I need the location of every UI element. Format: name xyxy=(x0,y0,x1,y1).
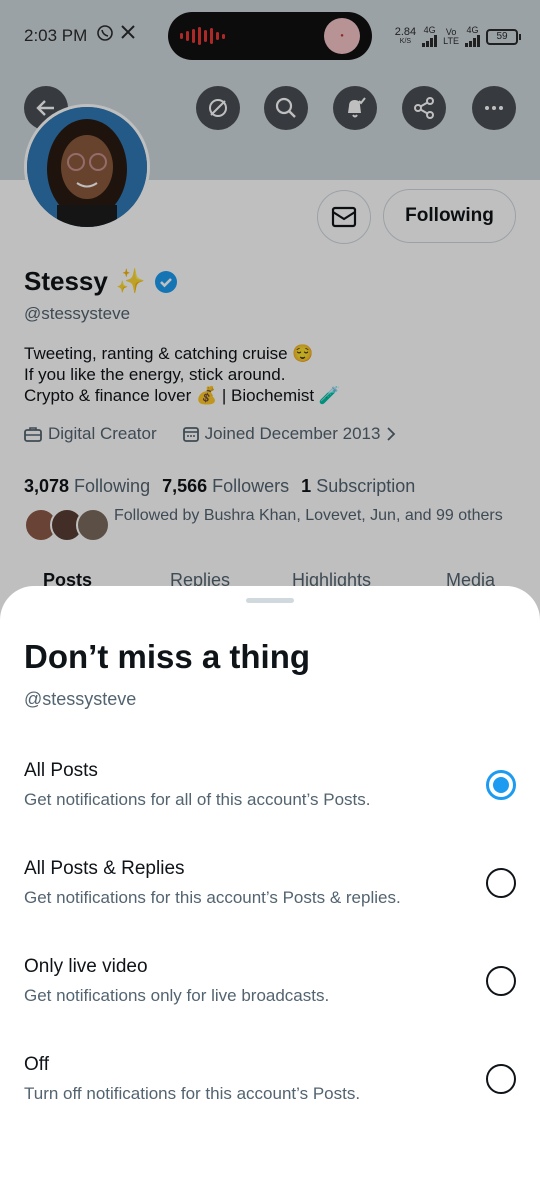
option-label: Only live video xyxy=(24,956,148,977)
option-only-live-video[interactable]: Only live video Get notifications only f… xyxy=(0,956,540,1036)
sheet-title: Don’t miss a thing xyxy=(24,638,311,675)
sheet-drag-handle[interactable] xyxy=(246,598,294,603)
option-description: Get notifications only for live broadcas… xyxy=(24,986,330,1005)
radio-off[interactable] xyxy=(486,1064,516,1094)
option-description: Get notifications for all of this accoun… xyxy=(24,790,371,809)
radio-all-posts[interactable] xyxy=(486,770,516,800)
option-label: All Posts xyxy=(24,760,98,781)
sheet-handle: @stessysteve xyxy=(24,689,137,709)
option-off[interactable]: Off Turn off notifications for this acco… xyxy=(0,1054,540,1134)
option-description: Get notifications for this account’s Pos… xyxy=(24,888,401,907)
radio-all-posts-replies[interactable] xyxy=(486,868,516,898)
notification-settings-sheet: Don’t miss a thing @stessysteve All Post… xyxy=(0,586,540,1200)
option-description: Turn off notifications for this account’… xyxy=(24,1084,361,1103)
option-label: All Posts & Replies xyxy=(24,858,185,879)
radio-only-live-video[interactable] xyxy=(486,966,516,996)
option-all-posts[interactable]: All Posts Get notifications for all of t… xyxy=(0,760,540,840)
option-all-posts-replies[interactable]: All Posts & Replies Get notifications fo… xyxy=(0,858,540,938)
option-label: Off xyxy=(24,1054,49,1075)
